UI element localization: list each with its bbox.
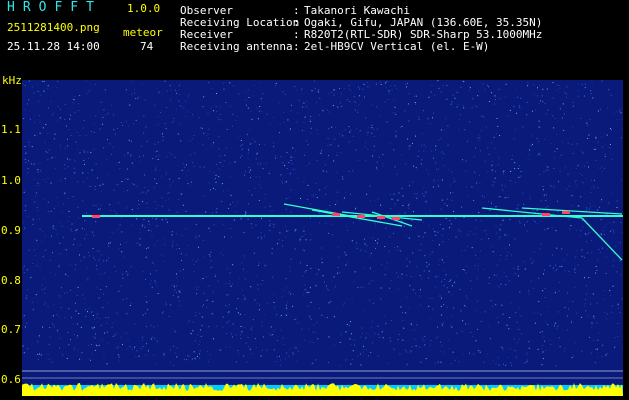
hrofft-window: HROFFT 1.0.0 2511281400.png 25.11.28 14:… [0,0,629,400]
echo-hotspot [392,217,400,220]
info-key-antenna: Receiving antenna [180,40,293,53]
meteor-count-label: meteor [123,26,163,39]
observation-datetime: 25.11.28 14:00 [7,40,100,53]
y-tick-label: 1.1 [1,123,21,136]
y-tick-label: 0.9 [1,224,21,237]
app-version: 1.0.0 [127,2,161,15]
echo-hotspot [92,215,100,218]
spectrogram-image [22,80,623,396]
echo-hotspot [332,213,340,216]
y-tick-label: 0.7 [1,323,21,336]
spectrogram-background [22,80,623,396]
y-axis-unit: kHz [2,74,22,87]
y-tick-label: 0.6 [1,373,21,386]
y-tick-label: 0.8 [1,274,21,287]
meteor-count-value: 74 [140,40,154,53]
app-name: HROFFT [7,0,102,15]
echo-hotspot [377,216,385,219]
y-tick-label: 1.0 [1,174,21,187]
info-value-antenna: 2el-HB9CV Vertical (el. E-W) [304,40,490,53]
echo-hotspot [562,211,570,214]
spectrogram-panel [22,80,623,396]
image-filename: 2511281400.png [7,21,100,34]
echo-hotspot [357,215,365,218]
info-colon: : [293,40,300,53]
echo-hotspot [542,213,550,216]
